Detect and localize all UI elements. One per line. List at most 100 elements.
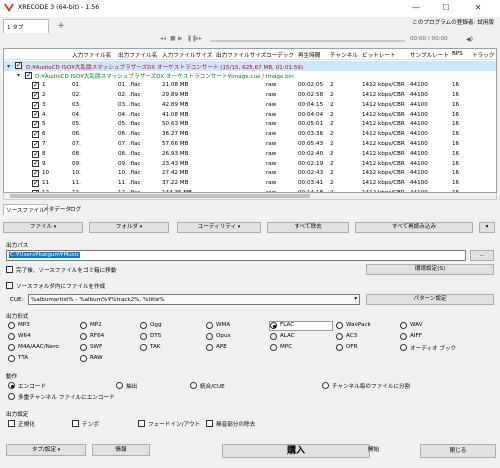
col-bps[interactable]: BPS [452,51,463,57]
col-bitrate[interactable]: ビットレート [362,51,396,59]
out-setting-checkbox[interactable] [8,420,15,427]
collapse-icon[interactable]: ▾ [7,63,10,70]
action-radio[interactable] [190,382,197,389]
action-radio[interactable] [8,382,15,389]
track-row[interactable]: 3 03. 03. .flac 42.89 MB raw 00:04:15 2 1412 kb… [4,100,496,110]
move-source-checkbox[interactable] [6,266,13,273]
horizontal-scrollbar[interactable] [3,193,497,200]
format-radio[interactable] [8,355,15,362]
env-settings-button[interactable]: 環境設定(S) [366,264,494,275]
out-setting-checkbox[interactable] [138,420,145,427]
tab-1[interactable]: 1 タブ [3,19,49,33]
format-radio[interactable] [8,322,15,329]
cue-checkbox[interactable] [25,71,32,80]
reload-all-button[interactable]: すべて再読み込み [355,222,473,233]
track-checkbox[interactable] [32,140,39,148]
track-row[interactable]: 11 11. 11. .flac 37.22 MB raw 00:03:41 2 1412 k… [4,179,496,189]
format-radio[interactable] [336,322,343,329]
close-icon[interactable]: ✕ [466,1,490,15]
track-row[interactable]: 5 05. 05. .flac 50.63 MB raw 00:05:01 2 1412 kb… [4,120,496,130]
tab-metadata[interactable]: メタデータ [43,205,71,213]
scroll-thumb[interactable] [10,194,310,198]
track-checkbox[interactable] [32,101,39,109]
tab-log[interactable]: ログ [70,205,81,213]
track-checkbox[interactable] [32,81,39,89]
col-output-name[interactable]: 出力ファイル名 [118,51,157,59]
format-option[interactable]: FLAC [269,321,333,331]
maximize-icon[interactable]: ☐ [434,1,458,15]
col-duration[interactable]: 再生時間 [298,51,320,59]
track-checkbox[interactable] [32,150,39,158]
format-radio[interactable] [206,322,213,329]
format-radio[interactable] [80,344,87,351]
format-radio[interactable] [140,344,147,351]
track-row[interactable]: 8 08. 08. .flac 26.93 MB raw 00:02:40 2 1412 kb… [4,149,496,159]
track-row[interactable]: 9 09. 09. .flac 23.43 MB raw 00:02:19 2 1412 kb… [4,159,496,169]
format-radio[interactable] [80,322,87,329]
out-setting-checkbox[interactable] [206,420,213,427]
track-checkbox[interactable] [32,110,39,119]
action-radio[interactable] [8,393,15,400]
format-radio[interactable] [206,333,213,340]
col-channels[interactable]: チャンネル [330,51,358,59]
pattern-settings-button[interactable]: パターン設定 [366,294,494,305]
seek-bar[interactable] [210,40,405,42]
track-row[interactable]: 6 06. 06. .flac 36.27 MB raw 00:03:36 2 1412 kb… [4,130,496,140]
format-radio[interactable] [270,344,277,351]
close-button[interactable]: 閉じる [420,444,496,458]
track-checkbox[interactable] [32,159,39,168]
format-radio[interactable] [140,322,147,329]
track-checkbox[interactable] [32,179,39,187]
tree-root-row[interactable]: ▾ D:¥AudioCD ISO¥大乱闘スマッシュブラザーズDX オーケストラコ… [4,61,496,71]
format-radio[interactable] [140,333,147,340]
track-row[interactable]: 4 04. 04. .flac 41.08 MB raw 00:04:04 2 1412 kb… [4,110,496,120]
create-in-source-checkbox[interactable] [6,282,13,289]
track-row[interactable]: 10 10. 10. .flac 27.42 MB raw 00:02:43 2 1412 k… [4,169,496,179]
track-row[interactable]: 7 07. 07. .flac 57.66 MB raw 00:05:43 2 1412 kb… [4,139,496,149]
col-codec[interactable]: コーデック [266,51,294,59]
track-row[interactable]: 2 02. 02. .flac 29.89 MB raw 00:02:58 2 1412 kb… [4,90,496,100]
info-button[interactable]: 情報 [92,444,150,456]
tab-source-files[interactable]: ソースファイル [3,204,48,215]
collapse-icon[interactable]: ▾ [17,72,20,79]
output-path-input[interactable]: C:¥Users¥katgum¥Music [6,250,466,261]
format-radio[interactable] [336,333,343,340]
more-dropdown-button[interactable]: ▾ [479,222,495,233]
action-radio[interactable] [322,382,329,389]
col-input-size[interactable]: 入力ファイルサイズ [162,51,212,59]
format-radio[interactable] [336,344,343,351]
track-checkbox[interactable] [32,130,39,138]
track-checkbox[interactable] [32,120,39,129]
format-radio[interactable] [400,322,407,329]
cue-pattern-select[interactable]: %albumartist% - %album%¥%track2%. %title… [28,294,360,305]
col-track[interactable]: トラック [472,51,494,59]
format-radio[interactable] [270,322,277,329]
utility-button[interactable]: ユーティリティ [177,222,261,233]
file-list[interactable]: 入力ファイル名 出力ファイル名 入力ファイルサイズ 出力ファイルサイズ コーデッ… [3,48,497,193]
format-radio[interactable] [206,344,213,351]
format-radio[interactable] [400,344,407,351]
format-radio[interactable] [400,333,407,340]
format-radio[interactable] [8,344,15,351]
format-radio[interactable] [270,333,277,340]
remove-all-button[interactable]: すべて除去 [267,222,349,233]
tree-cue-row[interactable]: ▾ D:¥AudioCD ISO¥大乱闘スマッシュブラザーズDX オーケストラコ… [4,71,496,81]
out-setting-checkbox[interactable] [72,420,79,427]
add-tab-button[interactable]: + [53,19,69,33]
track-checkbox[interactable] [32,91,39,99]
tabs-settings-button[interactable]: タブ/設定 [6,444,86,456]
col-input-name[interactable]: 入力ファイル名 [72,51,111,59]
track-row[interactable]: 1 01. 01. .flac 21.08 MB raw 00:02:05 2 1412 kb… [4,81,496,91]
prev-icon[interactable]: ◂◂ [160,35,166,42]
track-checkbox[interactable] [32,169,39,178]
next-icon[interactable]: ▸▸ [196,35,202,42]
play-icon[interactable]: ▶ [178,35,183,42]
volume-icon[interactable]: ◀) [466,36,473,43]
col-samplerate[interactable]: サンプルレート [410,51,449,59]
format-radio[interactable] [8,333,15,340]
col-output-size[interactable]: 出力ファイルサイズ [216,51,266,59]
stop-icon[interactable]: ■ [170,35,176,42]
browse-button[interactable]: ... [470,250,494,261]
format-radio[interactable] [80,333,87,340]
action-radio[interactable] [116,382,123,389]
